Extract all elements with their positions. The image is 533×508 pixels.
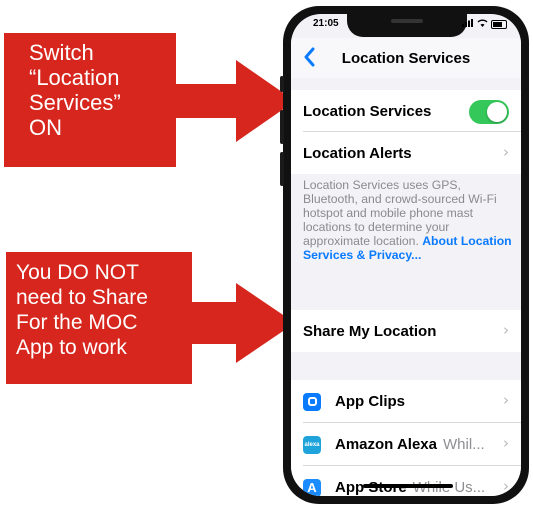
signal-icon [462,19,474,29]
volume-down-button [280,152,284,186]
location-settings-group: Location Services Location Alerts › [291,90,521,174]
share-location-group: Share My Location › [291,310,521,352]
callout-line: App to work [16,336,127,359]
speaker [391,19,423,23]
phone-screen: 21:05 Location Services Location Service… [291,14,521,496]
callout-line: For the MOC [16,311,138,334]
callout-line: You DO NOT [16,261,139,284]
callout-line: need to Share [16,286,148,309]
callout-line: “Location [29,65,120,90]
location-services-label: Location Services [303,102,432,120]
callout-line: Services” [29,90,121,115]
notch [347,14,467,37]
toggle-knob [487,102,507,122]
app-row-app-clips[interactable]: App Clips › [291,380,521,423]
location-services-footer: Location Services uses GPS, Bluetooth, a… [303,178,513,262]
status-icons [462,19,507,29]
callout-line: ON [29,115,62,140]
share-my-location-row[interactable]: Share My Location › [291,310,521,352]
alexa-icon: alexa [303,435,321,454]
nav-bar: Location Services [291,38,521,78]
status-time: 21:05 [313,18,339,29]
chevron-right-icon: › [503,143,509,161]
app-row-amazon-alexa[interactable]: alexa Amazon Alexa Whil... › [291,423,521,466]
chevron-right-icon: › [503,391,509,409]
location-services-toggle[interactable] [469,100,509,124]
callout-line: Switch [29,40,94,65]
chevron-right-icon: › [503,434,509,452]
page-title: Location Services [341,50,471,67]
phone-frame: 21:05 Location Services Location Service… [280,6,529,504]
app-clips-icon [303,392,321,411]
mute-switch [280,76,284,92]
location-services-row[interactable]: Location Services [291,90,521,132]
location-alerts-label: Location Alerts [303,144,412,162]
app-store-icon: A [303,478,321,496]
callout-box: You DO NOT need to Share For the MOC App… [6,252,192,384]
app-row-app-store[interactable]: A App Store While Us... › [291,466,521,496]
home-indicator [363,484,453,488]
volume-up-button [280,110,284,144]
callout-box: Switch “Location Services” ON [4,33,176,167]
app-permission: Whil... [442,436,485,453]
chevron-right-icon: › [503,321,509,339]
chevron-right-icon: › [503,477,509,495]
battery-icon [491,19,507,29]
app-name: App Clips [335,393,405,410]
app-name: Amazon Alexa [335,436,437,453]
location-alerts-row[interactable]: Location Alerts › [291,132,521,174]
share-my-location-label: Share My Location [303,322,437,340]
wifi-icon [477,19,488,29]
apps-group: App Clips › alexa Amazon Alexa Whil... ›… [291,380,521,496]
